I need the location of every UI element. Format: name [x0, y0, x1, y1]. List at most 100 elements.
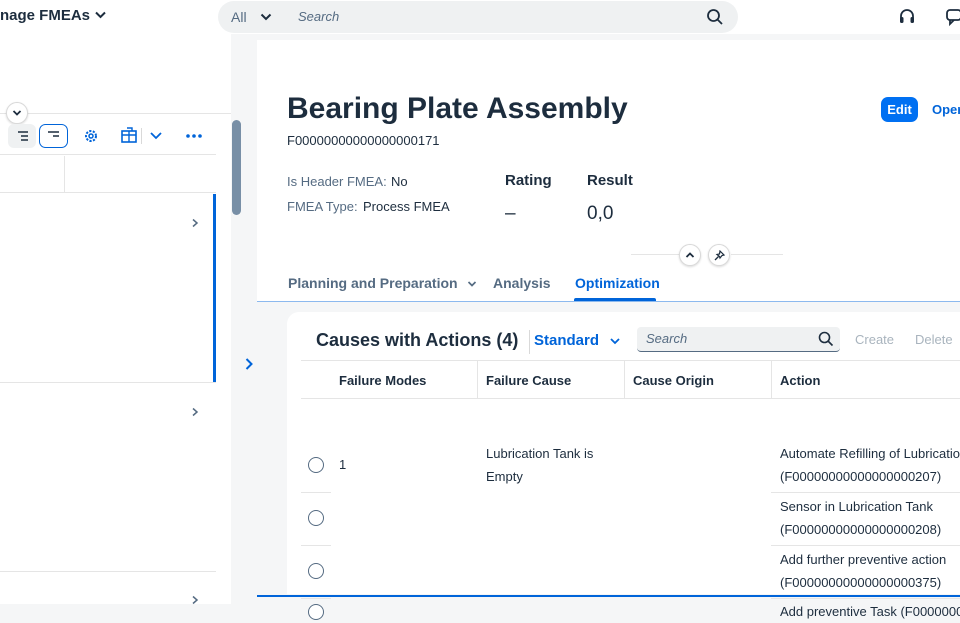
- page-title: Bearing Plate Assembly: [287, 92, 628, 125]
- list-view-button[interactable]: [8, 124, 36, 148]
- edit-button[interactable]: Edit: [881, 97, 918, 122]
- app-title-text: nage FMEAs: [0, 7, 91, 24]
- expand-column-icon[interactable]: [244, 357, 254, 371]
- object-page: Bearing Plate Assembly F0000000000000000…: [257, 40, 960, 620]
- row-divider: [301, 598, 331, 599]
- column-header-action[interactable]: Action: [780, 373, 820, 388]
- overflow-icon: [186, 134, 202, 138]
- result-value: 0,0: [587, 203, 614, 224]
- more-options-button[interactable]: [184, 124, 204, 148]
- pin-icon: [714, 250, 725, 261]
- chevron-down-icon: [610, 338, 620, 345]
- column-header-failure-modes[interactable]: Failure Modes: [339, 373, 426, 388]
- table-header-divider: [0, 154, 216, 155]
- table-header-row: Failure Modes Failure Cause Cause Origin…: [301, 360, 960, 399]
- row-select-radio[interactable]: [308, 563, 324, 579]
- fmea-type-label: FMEA Type:: [287, 199, 358, 214]
- row-select-radio[interactable]: [308, 457, 324, 473]
- chevron-up-icon: [685, 252, 695, 258]
- tab-optimization[interactable]: Optimization: [575, 275, 660, 291]
- rating-label: Rating: [505, 172, 552, 189]
- table-search-input[interactable]: Search: [637, 327, 840, 352]
- row-divider: [301, 492, 331, 493]
- row-divider: [0, 571, 216, 572]
- search-input[interactable]: Search: [298, 9, 339, 24]
- variant-label: Standard: [534, 332, 600, 349]
- row-select-radio[interactable]: [308, 604, 324, 620]
- selected-row-indicator: [213, 194, 216, 382]
- column-separator: [477, 361, 478, 399]
- chevron-down-icon: [95, 10, 106, 22]
- object-id: F00000000000000000171: [287, 133, 440, 148]
- table-title: Causes with Actions (4): [316, 330, 519, 350]
- app-title-menu[interactable]: nage FMEAs: [0, 7, 106, 24]
- failure-mode-cell: 1: [339, 457, 347, 472]
- table-header-divider: [0, 192, 216, 193]
- chevron-right-icon[interactable]: [190, 218, 200, 228]
- row-select-radio[interactable]: [308, 510, 324, 526]
- result-label: Result: [587, 172, 633, 189]
- chevron-down-icon[interactable]: [260, 11, 272, 23]
- chat-icon[interactable]: [945, 7, 960, 27]
- column-header-failure-cause[interactable]: Failure Cause: [486, 373, 571, 388]
- collapse-header-button[interactable]: [6, 102, 28, 124]
- action-cell[interactable]: Automate Refilling of Lubricatio: [780, 442, 960, 465]
- scrollbar-thumb[interactable]: [232, 120, 241, 215]
- failure-cause-cell: Empty: [486, 469, 523, 484]
- is-header-fmea-label: Is Header FMEA:: [287, 174, 387, 189]
- search-icon[interactable]: [818, 331, 834, 347]
- search-scope-select[interactable]: All: [231, 9, 247, 25]
- create-button[interactable]: Create: [855, 332, 894, 347]
- tab-label: Planning and Preparation: [288, 275, 458, 291]
- collapse-header-button[interactable]: [679, 244, 701, 266]
- action-cell[interactable]: (F00000000000000000207): [780, 465, 941, 488]
- column-separator: [624, 361, 625, 399]
- pin-header-button[interactable]: [708, 244, 730, 266]
- rating-value: –: [505, 203, 516, 224]
- action-cell[interactable]: (F00000000000000000208): [780, 518, 941, 541]
- section-bottom-border: [257, 595, 960, 597]
- header-divider: [731, 254, 783, 255]
- variant-separator: [529, 330, 530, 354]
- delete-button[interactable]: Delete: [915, 332, 953, 347]
- row-divider: [771, 545, 960, 546]
- chevron-down-icon: [468, 281, 477, 287]
- hierarchy-list-icon: [8, 124, 36, 148]
- headset-icon[interactable]: [897, 7, 917, 27]
- header-divider: [631, 254, 679, 255]
- variant-selector[interactable]: Standard: [534, 332, 621, 349]
- action-cell[interactable]: (F00000000000000000375): [780, 571, 941, 594]
- list-panel: [0, 34, 231, 605]
- tab-analysis[interactable]: Analysis: [493, 275, 551, 291]
- is-header-fmea-value: No: [391, 174, 408, 189]
- action-cell[interactable]: Add preventive Task (F0000000: [780, 600, 960, 623]
- export-button[interactable]: [118, 124, 140, 148]
- search-icon[interactable]: [706, 8, 724, 26]
- toolbar-separator: [141, 128, 142, 144]
- action-cell[interactable]: Sensor in Lubrication Tank: [780, 495, 933, 518]
- table-search-placeholder: Search: [646, 331, 688, 346]
- settings-button[interactable]: [80, 124, 102, 148]
- row-divider: [771, 598, 960, 599]
- chevron-down-icon: [12, 110, 22, 116]
- action-cell[interactable]: Add further preventive action: [780, 548, 946, 571]
- align-right-icon: [39, 124, 68, 148]
- export-menu-button[interactable]: [148, 124, 164, 148]
- tab-planning-and-preparation[interactable]: Planning and Preparation: [288, 275, 477, 291]
- column-divider: [64, 156, 65, 192]
- row-divider: [771, 492, 960, 493]
- column-separator: [771, 361, 772, 399]
- causes-table-card: Causes with Actions (4) Standard Search …: [287, 312, 960, 620]
- chevron-right-icon[interactable]: [190, 407, 200, 417]
- row-divider: [0, 382, 216, 383]
- list-header-area: [0, 34, 231, 114]
- failure-cause-cell: Lubrication Tank is: [486, 446, 594, 461]
- open-button[interactable]: Oper: [932, 102, 960, 117]
- column-header-cause-origin[interactable]: Cause Origin: [633, 373, 714, 388]
- compact-view-button[interactable]: [39, 124, 68, 148]
- fmea-type-value: Process FMEA: [363, 199, 450, 214]
- row-divider: [301, 545, 331, 546]
- global-search[interactable]: All Search: [218, 1, 738, 33]
- gear-icon: [85, 130, 97, 142]
- shell-bar: nage FMEAs All Search: [0, 0, 960, 34]
